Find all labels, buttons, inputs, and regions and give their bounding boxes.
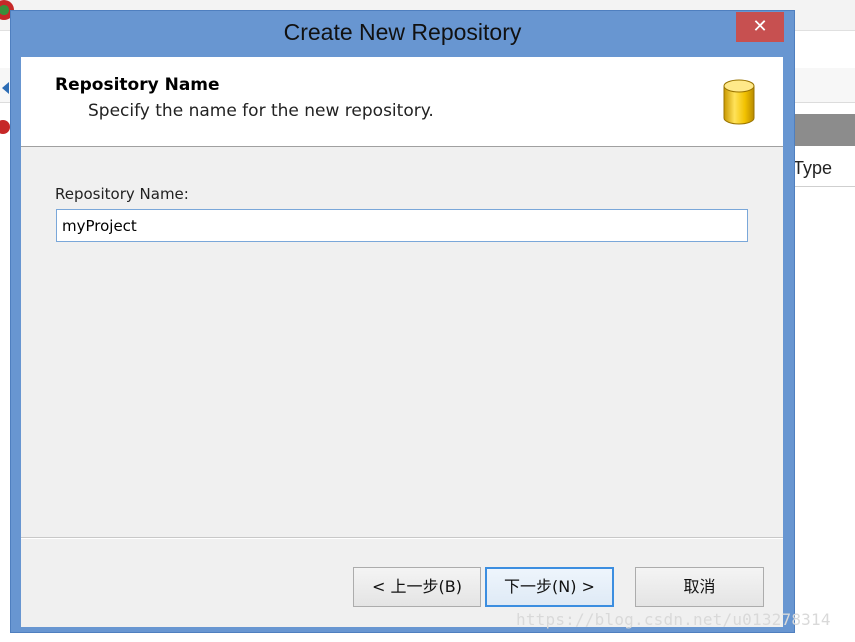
back-arrow-icon[interactable] — [2, 82, 9, 94]
next-button[interactable]: 下一步(N) > — [485, 567, 614, 607]
repository-name-input[interactable] — [56, 209, 748, 242]
wizard-step-title: Repository Name — [55, 75, 220, 95]
dialog-title: Create New Repository — [283, 19, 522, 45]
wizard-step-subtitle: Specify the name for the new repository. — [88, 101, 434, 121]
cancel-button[interactable]: 取消 — [635, 567, 764, 607]
footer-divider-highlight — [21, 538, 783, 539]
dialog-client-area: Repository Name Specify the name for the… — [21, 57, 783, 627]
column-header-type[interactable]: Type — [793, 158, 832, 179]
watermark-text: https://blog.csdn.net/u013278314 — [516, 610, 831, 629]
repository-name-label: Repository Name: — [55, 185, 189, 203]
dialog-titlebar[interactable]: Create New Repository ✕ — [11, 11, 794, 57]
close-icon: ✕ — [752, 16, 768, 37]
create-repository-dialog: Create New Repository ✕ Repository Name … — [10, 10, 795, 633]
wizard-header: Repository Name Specify the name for the… — [21, 57, 783, 147]
close-button[interactable]: ✕ — [736, 12, 784, 42]
back-button[interactable]: < 上一步(B) — [353, 567, 481, 607]
background-grid-header — [790, 114, 855, 146]
database-icon — [723, 79, 755, 125]
column-divider — [790, 186, 855, 187]
